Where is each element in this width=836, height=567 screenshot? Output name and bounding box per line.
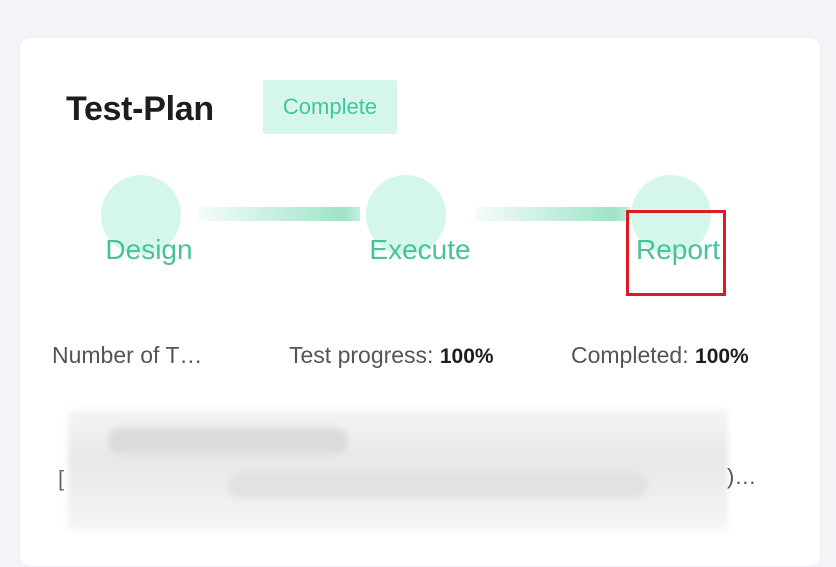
details-edge-mark: [: [58, 466, 65, 491]
completed-value: 100%: [695, 345, 749, 368]
completed-rate: Completed: 100%: [571, 342, 749, 369]
report-stage-highlight: [626, 210, 726, 296]
pipeline-connector-design-execute: [198, 207, 360, 221]
plan-title[interactable]: Test-Plan: [66, 90, 214, 129]
test-progress: Test progress: 100%: [289, 342, 494, 369]
test-progress-value: 100%: [439, 345, 494, 368]
test-cases-label: Number of T…: [52, 342, 203, 368]
stage-execute-label[interactable]: Execute: [369, 234, 470, 266]
test-progress-label: Test progress:: [289, 342, 434, 368]
details-tail-text: )…: [727, 464, 757, 489]
pipeline-connector-execute-report: [476, 207, 630, 221]
completed-label: Completed:: [571, 342, 689, 368]
redacted-details: [68, 410, 728, 530]
test-cases-count: Number of T…: [52, 342, 202, 369]
stage-design-label[interactable]: Design: [105, 234, 192, 266]
status-badge: Complete: [263, 80, 397, 134]
